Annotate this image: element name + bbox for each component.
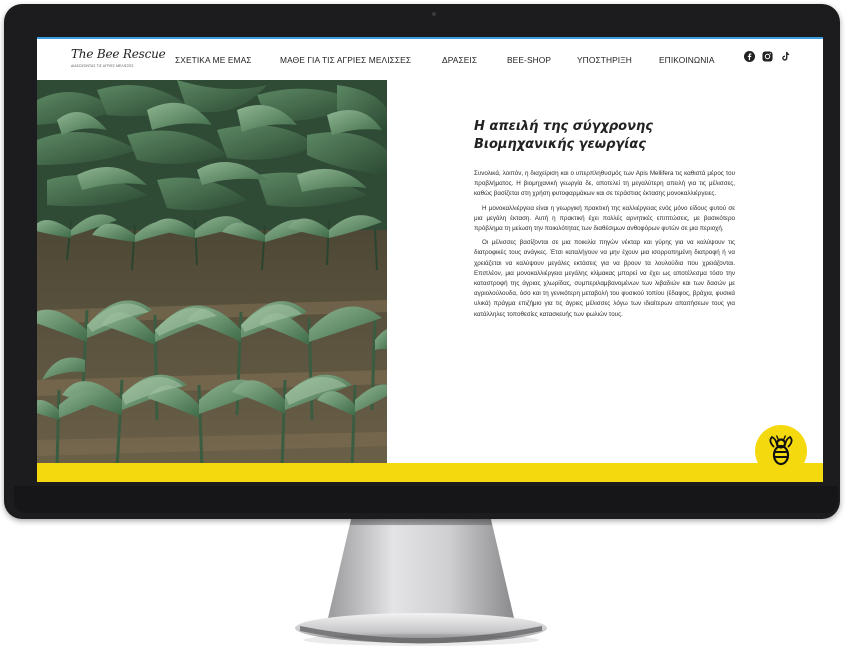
article-title-line1: Η απειλή της σύγχρονης — [474, 119, 653, 134]
article-paragraph: Συνολικά, λοιπόν, η διαχείριση και ο υπε… — [474, 170, 735, 198]
nav-support[interactable]: ΥΠΟΣΤΗΡΙΞΗ — [577, 55, 632, 65]
logo-title: The Bee Rescue — [71, 47, 166, 61]
cornfield-photo — [37, 80, 387, 469]
site-header: The Bee Rescue ΔΙΑΣΩΖΟΝΤΑΣ ΤΙΣ ΑΓΡΙΕΣ ΜΕ… — [37, 37, 823, 80]
bee-badge-button[interactable] — [755, 425, 807, 477]
nav-about[interactable]: ΣΧΕΤΙΚΑ ΜΕ ΕΜΑΣ — [175, 55, 252, 65]
article-body: Συνολικά, λοιπόν, η διαχείριση και ο υπε… — [474, 169, 735, 324]
cornfield-illustration — [37, 80, 387, 469]
nav-bee-shop[interactable]: BEE-SHOP — [507, 55, 551, 65]
nav-contact[interactable]: ΕΠΙΚΟΙΝΩΝΙΑ — [659, 55, 715, 65]
monitor-chin — [14, 486, 838, 513]
facebook-icon[interactable] — [744, 51, 755, 62]
article-paragraph: Οι μέλισσες βασίζονται σε μια ποικιλία π… — [474, 239, 735, 318]
site-logo[interactable]: The Bee Rescue ΔΙΑΣΩΖΟΝΤΑΣ ΤΙΣ ΑΓΡΙΕΣ ΜΕ… — [71, 47, 166, 75]
article-title-line2: Βιομηχανικής γεωργίας — [474, 137, 646, 152]
article-paragraph: Η μονοκαλλιέργεια είναι η γεωργική πρακτ… — [474, 204, 735, 233]
yellow-footer-band — [37, 463, 823, 482]
logo-tagline: ΔΙΑΣΩΖΟΝΤΑΣ ΤΙΣ ΑΓΡΙΕΣ ΜΕΛΙΣΣΕΣ — [71, 64, 134, 68]
tiktok-icon[interactable] — [780, 51, 791, 62]
website-screen: The Bee Rescue ΔΙΑΣΩΖΟΝΤΑΣ ΤΙΣ ΑΓΡΙΕΣ ΜΕ… — [37, 37, 823, 482]
desktop-monitor-mockup: The Bee Rescue ΔΙΑΣΩΖΟΝΤΑΣ ΤΙΣ ΑΓΡΙΕΣ ΜΕ… — [0, 0, 847, 653]
webcam — [432, 12, 436, 16]
article-title: Η απειλή της σύγχρονης Βιομηχανικής γεωρ… — [474, 118, 714, 154]
instagram-icon[interactable] — [762, 51, 773, 62]
nav-learn-wild-bees[interactable]: ΜΑΘΕ ΓΙΑ ΤΙΣ ΑΓΡΙΕΣ ΜΕΛΙΣΣΕΣ — [280, 55, 411, 65]
nav-actions[interactable]: ΔΡΑΣΕΙΣ — [442, 55, 477, 65]
bee-icon — [769, 435, 793, 466]
